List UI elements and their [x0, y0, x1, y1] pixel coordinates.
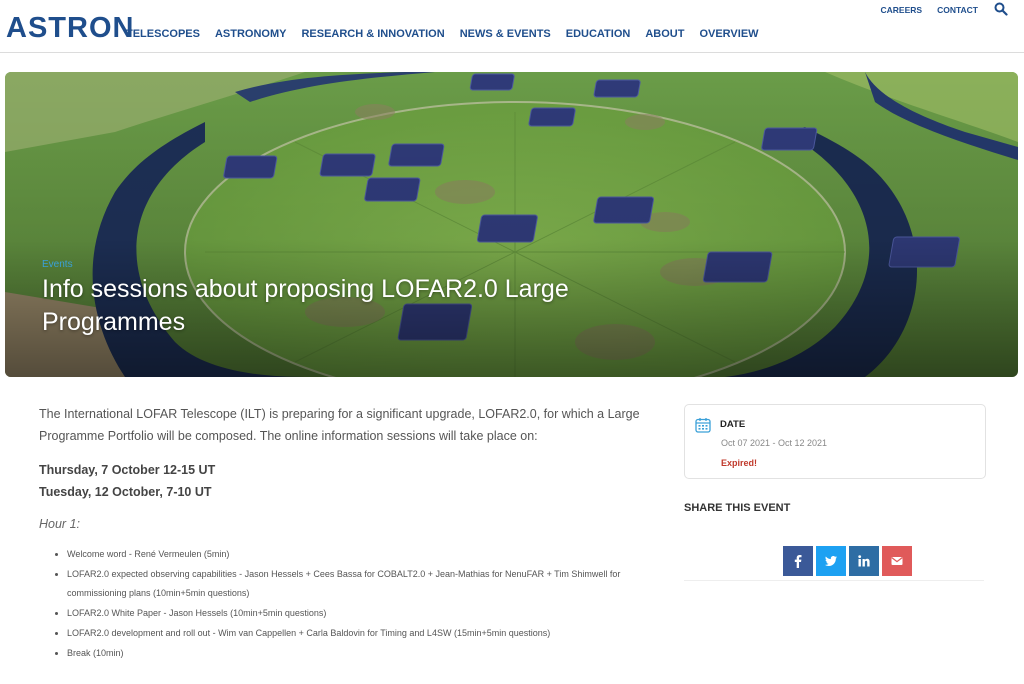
nav-contact[interactable]: CONTACT: [937, 5, 978, 15]
status-badge: Expired!: [721, 458, 758, 468]
session-date-2: Tuesday, 12 October, 7-10 UT: [39, 485, 212, 499]
email-icon: [891, 557, 903, 565]
agenda-hour-heading: Hour 1:: [39, 517, 80, 531]
share-twitter-button[interactable]: [816, 546, 846, 576]
nav-astronomy[interactable]: ASTRONOMY: [215, 28, 287, 40]
share-linkedin-button[interactable]: [849, 546, 879, 576]
session-dates: Thursday, 7 October 12-15 UT Tuesday, 12…: [39, 459, 649, 503]
share-buttons: [783, 546, 912, 576]
hero-banner: Events Info sessions about proposing LOF…: [5, 72, 1018, 377]
nav-telescopes[interactable]: TELESCOPES: [126, 28, 200, 40]
search-icon[interactable]: [994, 2, 1008, 16]
site-header: ASTRON TELESCOPES ASTRONOMY RESEARCH & I…: [0, 0, 1024, 53]
hero-category-link[interactable]: Events: [42, 259, 73, 270]
share-email-button[interactable]: [882, 546, 912, 576]
nav-careers[interactable]: CAREERS: [881, 5, 923, 15]
nav-about[interactable]: ABOUT: [645, 28, 684, 40]
share-heading: SHARE THIS EVENT: [684, 502, 791, 514]
logo-text: ASTRON: [6, 12, 135, 44]
session-date-1: Thursday, 7 October 12-15 UT: [39, 463, 216, 477]
event-body: The International LOFAR Telescope (ILT) …: [39, 403, 649, 664]
agenda-item: Welcome word - René Vermeulen (5min): [67, 545, 649, 564]
date-label: DATE: [720, 419, 746, 430]
nav-research-innovation[interactable]: RESEARCH & INNOVATION: [301, 28, 444, 40]
agenda-list: Welcome word - René Vermeulen (5min) LOF…: [39, 545, 649, 663]
page-title: Info sessions about proposing LOFAR2.0 L…: [42, 275, 569, 336]
agenda-item: Break (10min): [67, 644, 649, 663]
utility-nav: CAREERS CONTACT: [866, 5, 978, 15]
agenda-item: LOFAR2.0 White Paper - Jason Hessels (10…: [67, 604, 649, 623]
share-divider: [684, 580, 984, 581]
nav-overview[interactable]: OVERVIEW: [699, 28, 758, 40]
share-facebook-button[interactable]: [783, 546, 813, 576]
nav-news-events[interactable]: NEWS & EVENTS: [460, 28, 551, 40]
date-range: Oct 07 2021 - Oct 12 2021: [721, 438, 828, 448]
site-logo[interactable]: ASTRON: [6, 12, 134, 45]
agenda-item: LOFAR2.0 expected observing capabilities…: [67, 565, 649, 603]
intro-paragraph: The International LOFAR Telescope (ILT) …: [39, 407, 640, 443]
event-date-card: DATE Oct 07 2021 - Oct 12 2021 Expired!: [684, 404, 986, 479]
facebook-icon: [794, 555, 802, 568]
nav-education[interactable]: EDUCATION: [566, 28, 631, 40]
agenda-item: LOFAR2.0 development and roll out - Wim …: [67, 624, 649, 643]
calendar-icon: [695, 418, 711, 433]
linkedin-icon: [858, 555, 870, 567]
main-nav: TELESCOPES ASTRONOMY RESEARCH & INNOVATI…: [126, 28, 774, 40]
twitter-icon: [825, 556, 837, 566]
